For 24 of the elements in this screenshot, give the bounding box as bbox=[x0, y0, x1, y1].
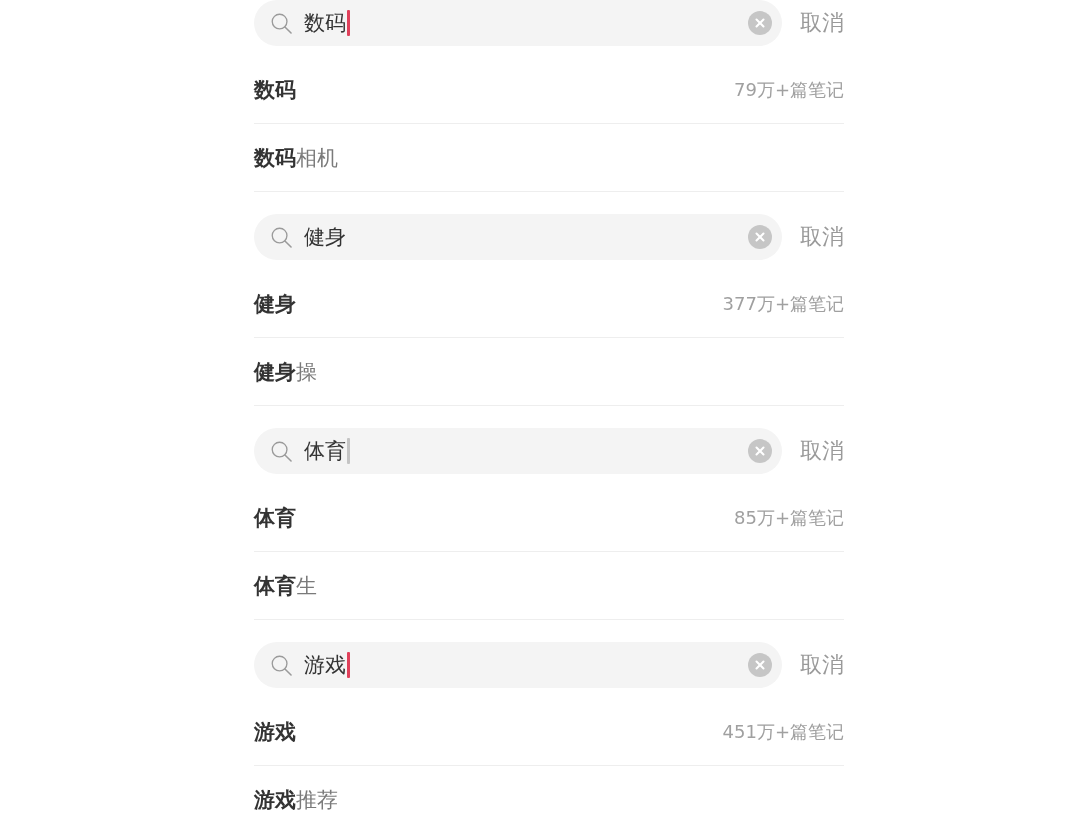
suggestion-text[interactable]: 体育生 bbox=[254, 571, 317, 600]
search-field[interactable]: 健身 bbox=[254, 214, 782, 260]
search-icon bbox=[271, 440, 292, 462]
clear-icon[interactable] bbox=[748, 653, 772, 677]
suggestion-text[interactable]: 体育 bbox=[254, 503, 296, 532]
clear-icon[interactable] bbox=[748, 11, 772, 35]
search-field[interactable]: 游戏 bbox=[254, 642, 782, 688]
note-count: 451万+篇笔记 bbox=[722, 719, 844, 744]
search-icon bbox=[271, 12, 292, 34]
search-icon bbox=[271, 226, 292, 248]
search-field[interactable]: 体育 bbox=[254, 428, 782, 474]
search-icon bbox=[271, 654, 292, 676]
suggestion-text[interactable]: 游戏 bbox=[254, 717, 296, 746]
suggestion-text[interactable]: 健身操 bbox=[254, 357, 317, 386]
note-count: 85万+篇笔记 bbox=[734, 505, 844, 530]
clear-icon[interactable] bbox=[748, 439, 772, 463]
suggestion-text[interactable]: 健身 bbox=[254, 289, 296, 318]
suggestion-text[interactable]: 游戏推荐 bbox=[254, 786, 338, 814]
suggestion-text[interactable]: 数码相机 bbox=[254, 143, 338, 172]
suggestion-text[interactable]: 数码 bbox=[254, 75, 296, 104]
search-field[interactable]: 数码 bbox=[254, 0, 782, 46]
note-count: 79万+篇笔记 bbox=[734, 77, 844, 102]
clear-icon[interactable] bbox=[748, 225, 772, 249]
note-count: 377万+篇笔记 bbox=[722, 291, 844, 316]
